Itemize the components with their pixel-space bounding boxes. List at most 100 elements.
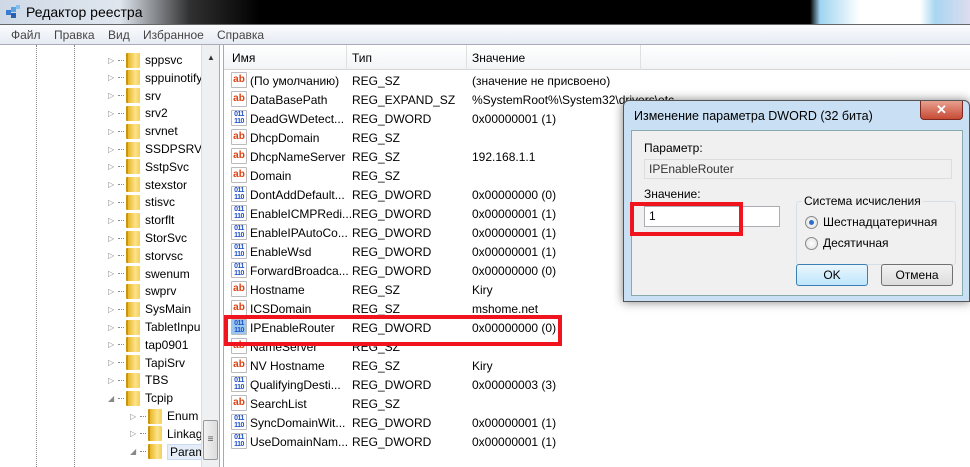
ok-button[interactable]: OK [796,264,868,286]
tree-item[interactable]: ▷ StorSvc [108,229,187,247]
tree-item[interactable]: ▷ storflt [108,211,174,229]
tree-item-label: swenum [145,266,190,281]
tree-item-label: SSDPSRV [145,142,203,156]
tree-item[interactable]: ▷ srv2 [108,104,168,122]
row-name: DontAddDefault... [250,188,345,202]
row-name: DhcpNameServer [250,150,346,164]
tree-item[interactable]: ▷ stexstor [108,176,187,194]
tree-item[interactable]: ▷ SstpSvc [108,158,189,176]
tree-item[interactable]: ▷ Enum [130,407,198,425]
radio-dec[interactable]: Десятичная [805,236,889,250]
tree-item-label: srv [145,88,161,103]
collapsed-arrow-icon[interactable]: ▷ [108,127,118,136]
table-row[interactable]: ab (По умолчанию) REG_SZ (значение не присв… [224,71,970,90]
collapsed-arrow-icon[interactable]: ▷ [108,358,118,367]
table-row[interactable]: ab NV Hostname REG_SZ Kiry [224,356,970,375]
tree-item[interactable]: ▷ storvsc [108,247,183,265]
radio-empty-icon [805,236,818,250]
tree-item[interactable]: ▷ srvnet [108,122,178,140]
row-name: Hostname [250,283,305,297]
collapsed-arrow-icon[interactable]: ▷ [108,376,118,385]
tree-item[interactable]: ◢ Tcpip [108,389,173,407]
collapsed-arrow-icon[interactable]: ▷ [108,73,118,82]
collapsed-arrow-icon[interactable]: ▷ [108,234,118,243]
tree-item[interactable]: ▷ stisvc [108,193,175,211]
tree-item-label: Tcpip [145,391,174,406]
row-value: 0x00000001 (1) [472,226,557,240]
highlight-ipenablerouter-row [224,315,562,346]
row-type: REG_SZ [352,283,401,297]
close-button[interactable]: ✕ [920,101,963,120]
tree-item[interactable]: ▷ swprv [108,282,176,300]
tree-item-label: srv2 [145,106,168,121]
row-value: 0x00000001 (1) [472,416,557,430]
table-row[interactable]: 011 110 UseDomainNam... REG_DWORD 0x00000001… [224,432,970,451]
menu-edit[interactable]: Правка [54,28,95,42]
menu-bar: Файл Правка Вид Избранное Справка [0,25,970,45]
folder-icon [126,319,140,335]
tree-item[interactable]: ▷ SSDPSRV [108,140,202,158]
column-name[interactable]: Имя [232,51,255,65]
collapsed-arrow-icon[interactable]: ▷ [130,412,140,421]
tree-guide [36,45,37,467]
tree-item[interactable]: ▷ tap0901 [108,336,188,354]
table-row[interactable]: ab SearchList REG_SZ [224,394,970,413]
collapsed-arrow-icon[interactable]: ▷ [108,269,118,278]
scroll-thumb[interactable]: ≡ [203,420,218,460]
tree-item[interactable]: ▷ SysMain [108,300,191,318]
binary-value-icon: 011 110 [231,414,247,430]
collapsed-arrow-icon[interactable]: ▷ [108,287,118,296]
tree-item[interactable]: ▷ srv [108,87,161,105]
column-value[interactable]: Значение [472,51,525,65]
row-type: REG_DWORD [352,435,432,449]
menu-help[interactable]: Справка [217,28,264,42]
folder-icon [126,355,140,371]
string-value-icon: ab [231,129,247,145]
row-name: SyncDomainWit... [250,416,346,430]
menu-view[interactable]: Вид [108,28,130,42]
row-name: ForwardBroadca... [250,264,349,278]
cancel-button[interactable]: Отмена [881,264,953,286]
binary-value-icon: 011 110 [231,205,247,221]
radio-hex[interactable]: Шестнадцатеричная [805,215,937,229]
menu-file[interactable]: Файл [11,28,41,42]
collapsed-arrow-icon[interactable]: ▷ [108,305,118,314]
tree-item[interactable]: ▷ TapiSrv [108,354,185,372]
collapsed-arrow-icon[interactable]: ▷ [108,56,118,65]
collapsed-arrow-icon[interactable]: ▷ [108,251,118,260]
collapsed-arrow-icon[interactable]: ▷ [108,145,118,154]
tree-item[interactable]: ▷ TabletInpu [108,318,200,336]
collapsed-arrow-icon[interactable]: ▷ [108,180,118,189]
collapsed-arrow-icon[interactable]: ▷ [108,340,118,349]
collapsed-arrow-icon[interactable]: ▷ [108,198,118,207]
collapsed-arrow-icon[interactable]: ▷ [108,91,118,100]
tree-item-label: SstpSvc [145,159,190,174]
title-bar: Редактор реестра [0,0,970,25]
param-label: Параметр: [644,141,703,155]
string-value-icon: ab [231,72,247,88]
table-row[interactable]: 011 110 SyncDomainWit... REG_DWORD 0x0000000… [224,413,970,432]
registry-tree[interactable]: ▷ sppsvc ▷ sppuinotify ▷ srv ▷ srv2 ▷ srvnet ▷ SSDP… [0,45,220,467]
scroll-up-icon[interactable]: ▲ [207,53,215,62]
tree-item[interactable]: ▷ swenum [108,265,190,283]
tree-item[interactable]: ▷ sppsvc [108,51,182,69]
string-value-icon: ab [231,300,247,316]
collapsed-arrow-icon[interactable]: ▷ [108,216,118,225]
tree-scrollbar[interactable]: ▲ ≡ [201,45,219,467]
expanded-arrow-icon[interactable]: ◢ [108,394,118,403]
row-type: REG_DWORD [352,112,432,126]
table-row[interactable]: 011 110 QualifyingDesti... REG_DWORD 0x00000… [224,375,970,394]
tree-item[interactable]: ▷ sppuinotify [108,69,202,87]
collapsed-arrow-icon[interactable]: ▷ [108,162,118,171]
window-title: Редактор реестра [26,4,143,20]
collapsed-arrow-icon[interactable]: ▷ [108,323,118,332]
row-type: REG_DWORD [352,264,432,278]
tree-item[interactable]: ▷ Linkage [130,425,209,443]
base-label: Система исчисления [802,194,923,208]
expanded-arrow-icon[interactable]: ◢ [130,447,140,456]
collapsed-arrow-icon[interactable]: ▷ [108,109,118,118]
column-type[interactable]: Тип [352,51,372,65]
menu-favorites[interactable]: Избранное [143,28,204,42]
collapsed-arrow-icon[interactable]: ▷ [130,429,140,438]
tree-item[interactable]: ▷ TBS [108,371,168,389]
